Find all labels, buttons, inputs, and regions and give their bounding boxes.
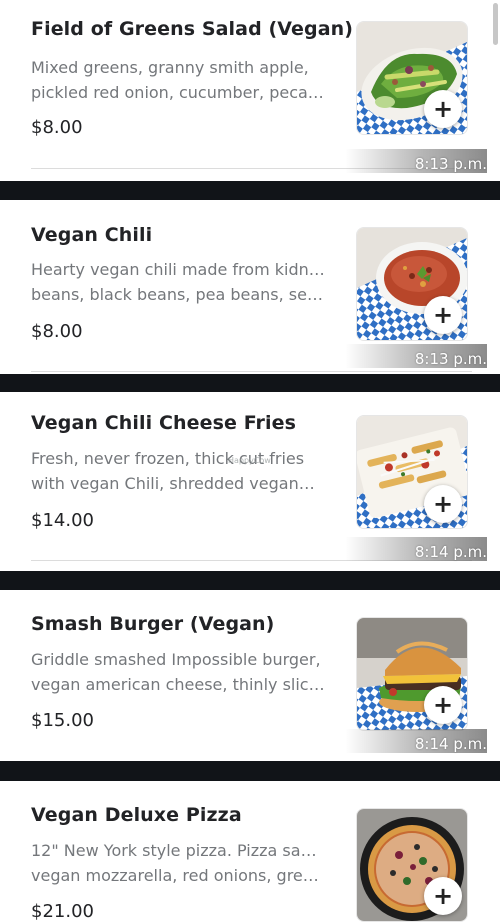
timestamp-overlay: 8:14 p.m. bbox=[344, 729, 487, 753]
item-description: Griddle smashed Impossible burger, vegan… bbox=[31, 650, 326, 694]
item-description: Mixed greens, granny smith apple, pickle… bbox=[31, 58, 326, 102]
item-description: Fresh, never frozen, thick cut fries wit… bbox=[31, 449, 315, 493]
menu-item-card[interactable]: Field of Greens Salad (Vegan) Mixed gree… bbox=[0, 0, 500, 181]
item-price: $8.00 bbox=[31, 321, 83, 342]
item-price: $15.00 bbox=[31, 710, 94, 731]
timestamp-overlay: 8:13 p.m. bbox=[344, 149, 487, 173]
menu-item-card[interactable]: Vegan Deluxe Pizza 12" New York style pi… bbox=[0, 781, 500, 923]
item-name: Vegan Deluxe Pizza bbox=[31, 804, 242, 826]
watermark-logo: HappyCow bbox=[228, 456, 271, 465]
add-item-button[interactable]: + bbox=[424, 877, 462, 915]
menu-item-card[interactable]: Vegan Chili Hearty vegan chili made from… bbox=[0, 200, 500, 374]
item-price: $8.00 bbox=[31, 117, 83, 138]
item-description: 12" New York style pizza. Pizza sauce, v… bbox=[31, 841, 326, 885]
item-description: Hearty vegan chili made from kidney bean… bbox=[31, 260, 326, 304]
add-item-button[interactable]: + bbox=[424, 296, 462, 334]
menu-item-card[interactable]: Smash Burger (Vegan) Griddle smashed Imp… bbox=[0, 590, 500, 761]
item-name: Field of Greens Salad (Vegan) bbox=[31, 18, 354, 40]
menu-item-card[interactable]: Vegan Chili Cheese Fries Fresh, never fr… bbox=[0, 392, 500, 571]
item-price: $14.00 bbox=[31, 510, 94, 531]
divider bbox=[31, 371, 472, 372]
add-item-button[interactable]: + bbox=[424, 485, 462, 523]
add-item-button[interactable]: + bbox=[424, 686, 462, 724]
timestamp-overlay: 8:13 p.m. bbox=[344, 344, 487, 368]
item-name: Vegan Chili bbox=[31, 224, 153, 246]
item-name: Vegan Chili Cheese Fries bbox=[31, 412, 297, 434]
item-name: Smash Burger (Vegan) bbox=[31, 613, 275, 635]
add-item-button[interactable]: + bbox=[424, 90, 462, 128]
item-price: $21.00 bbox=[31, 901, 94, 922]
timestamp-overlay: 8:14 p.m. bbox=[344, 537, 487, 561]
scrollbar[interactable] bbox=[493, 3, 498, 45]
